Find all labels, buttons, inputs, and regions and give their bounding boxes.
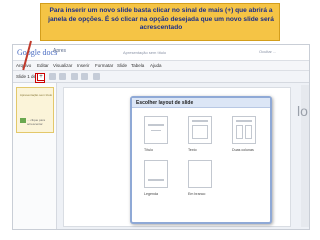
menu-bar: Arquivo Editar Visualizar Inserir Format… [13, 61, 309, 71]
text-icon[interactable] [71, 73, 78, 80]
layout-texto[interactable] [188, 116, 212, 144]
menu-ajuda[interactable]: Ajuda [150, 63, 162, 68]
layout-duas-colunas[interactable] [232, 116, 256, 144]
doc-tab[interactable]: Apres [53, 48, 66, 54]
layout-line [148, 179, 164, 181]
layout-line [148, 124, 164, 126]
toolbar: Slide 1 de 1 + [13, 71, 309, 83]
layout-label-em-branco: Em branco [188, 192, 206, 196]
doc-title[interactable]: Apresentação sem título [123, 50, 166, 55]
slide-sidebar: Apresentação sem título ... clique para … [13, 83, 57, 229]
layout-legenda[interactable] [144, 160, 168, 188]
layout-label-duas-colunas: Duas colunas [232, 148, 254, 152]
top-right-link[interactable]: Ocultar ... [259, 49, 276, 54]
menu-visualizar[interactable]: Visualizar [53, 63, 72, 68]
menu-formatar[interactable]: Formatar [95, 63, 113, 68]
layout-label-titulo: Título [144, 148, 153, 152]
layout-line [192, 120, 208, 122]
redo-icon[interactable] [59, 73, 66, 80]
menu-tabela[interactable]: Tabela [131, 63, 144, 68]
layout-titulo[interactable] [144, 116, 168, 144]
layout-line [151, 130, 161, 131]
layout-dialog: Escolher layout de slide Título Texto Du… [130, 96, 272, 224]
page: Google docs Apres Apresentação sem títul… [0, 0, 320, 240]
menu-inserir[interactable]: Inserir [77, 63, 90, 68]
layout-label-texto: Texto [188, 148, 197, 152]
layout-line [236, 120, 252, 122]
image-icon[interactable] [81, 73, 88, 80]
layout-em-branco[interactable] [188, 160, 212, 188]
dialog-title: Escolher layout de slide [136, 100, 194, 106]
shape-icon[interactable] [93, 73, 100, 80]
undo-icon[interactable] [49, 73, 56, 80]
menu-slide[interactable]: Slide [117, 63, 127, 68]
dialog-header: Escolher layout de slide [132, 98, 270, 108]
app-logo: Google docs [17, 48, 58, 57]
slide-text-fragment: lo [297, 103, 308, 119]
instruction-callout: Para inserir um novo slide basta clicar … [40, 3, 280, 41]
image-icon [20, 118, 26, 123]
callout-text: Para inserir um novo slide basta clicar … [48, 7, 274, 31]
add-button-highlight [35, 73, 45, 83]
layout-box [236, 125, 243, 139]
thumbnail-caption: ... clique para acrescentar [27, 118, 46, 126]
menu-editar[interactable]: Editar [37, 63, 49, 68]
slide-thumbnail[interactable]: Apresentação sem título ... clique para … [16, 87, 54, 133]
layout-label-legenda: Legenda [144, 192, 158, 196]
thumbnail-title: Apresentação sem título [19, 93, 53, 97]
layout-box [192, 125, 208, 139]
layout-box [245, 125, 252, 139]
top-bar: Google docs Apres Apresentação sem títul… [13, 45, 309, 61]
